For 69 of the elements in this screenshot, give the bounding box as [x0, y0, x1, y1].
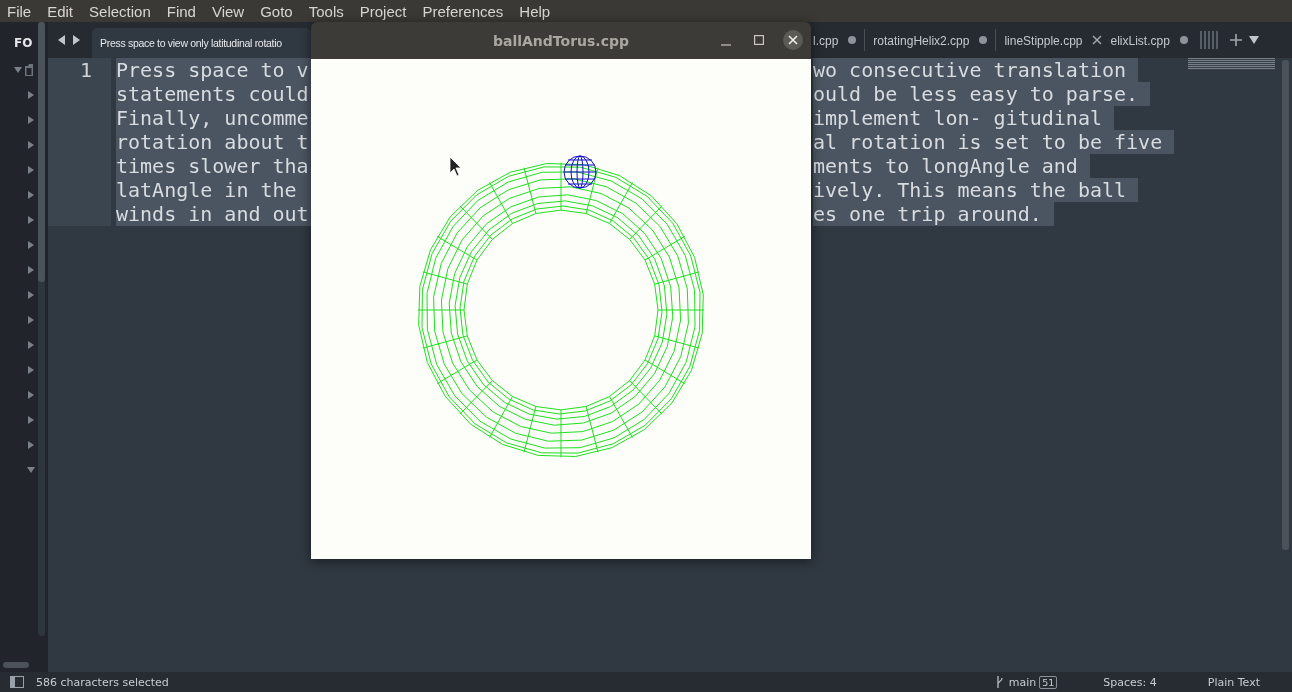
expand-arrow-icon[interactable]	[27, 190, 35, 199]
code-text: Press space to v	[116, 58, 311, 82]
code-text: latAngle in the	[116, 178, 311, 202]
tab[interactable]: rotatingHelix2.cpp	[873, 32, 970, 48]
code-text: es one trip around.	[813, 202, 1054, 226]
window-title: ballAndTorus.cpp	[492, 32, 630, 49]
code-text: ments to longAngle and	[813, 154, 1090, 178]
sidebar-header: FO	[13, 36, 34, 52]
expand-arrow-icon[interactable]	[27, 315, 35, 324]
code-text: implement lon- gitudinal	[813, 106, 1114, 130]
branch-icon	[995, 676, 1004, 688]
menu-item[interactable]: File	[7, 2, 32, 20]
selection-status: 586 characters selected	[36, 675, 169, 689]
new-tab-icon[interactable]	[1229, 34, 1242, 46]
minimap[interactable]	[1188, 58, 1275, 70]
tab-navigation-arrows-icon[interactable]	[58, 35, 80, 45]
code-text: winds in and out	[116, 202, 311, 226]
expand-arrow-icon[interactable]	[27, 215, 35, 224]
close-icon[interactable]	[783, 30, 803, 50]
menu-item[interactable]: Project	[359, 2, 407, 20]
code-text: wo consecutive translation	[813, 58, 1139, 82]
code-text: ould be less easy to parse.	[813, 82, 1151, 106]
menu-item[interactable]: Find	[166, 2, 196, 20]
code-text: times slower tha	[116, 154, 311, 178]
expand-arrow-icon[interactable]	[27, 265, 35, 274]
code-text: rotation about t	[116, 130, 311, 154]
menu-item[interactable]: Goto	[260, 2, 293, 20]
close-icon[interactable]	[1092, 35, 1103, 45]
branch-name[interactable]: main	[1008, 675, 1037, 689]
expand-arrow-icon[interactable]	[27, 390, 35, 399]
code-text: ively. This means the ball	[813, 178, 1139, 202]
maximize-icon[interactable]	[754, 35, 764, 45]
horizontal-scrollbar[interactable]	[3, 662, 29, 668]
tab[interactable]: elixList.cpp	[1110, 32, 1170, 48]
dropdown-icon[interactable]	[1248, 36, 1259, 44]
menu-item[interactable]: View	[211, 2, 245, 20]
code-text: al rotation is set to be five	[813, 130, 1175, 154]
scrollbar[interactable]	[1282, 60, 1289, 550]
expand-arrow-icon[interactable]	[27, 365, 35, 374]
code-text: Finally, uncomme	[116, 106, 311, 130]
expand-arrow-icon[interactable]	[27, 440, 35, 449]
tab[interactable]: Press space to view only latitudinal rotatio	[92, 28, 311, 58]
menu-item[interactable]: Edit	[47, 2, 74, 20]
cursor-icon	[449, 156, 462, 177]
menu-item[interactable]: Preferences	[422, 2, 504, 20]
tab-overflow-icon[interactable]	[1199, 31, 1220, 49]
syntax-status[interactable]: Plain Text	[1207, 675, 1260, 689]
expand-arrow-icon[interactable]	[27, 290, 35, 299]
scrollbar[interactable]	[38, 22, 45, 636]
code-text: statements could	[116, 82, 311, 106]
menu-item[interactable]: Help	[519, 2, 551, 20]
collapse-arrow-icon[interactable]	[27, 465, 35, 474]
expand-arrow-icon[interactable]	[27, 90, 35, 99]
expand-arrow-icon[interactable]	[27, 340, 35, 349]
tab[interactable]: lineStipple.cpp	[1004, 32, 1083, 48]
menu-item[interactable]: Tools	[308, 2, 344, 20]
expand-arrow-icon[interactable]	[27, 165, 35, 174]
indentation-status[interactable]: Spaces: 4	[1103, 675, 1157, 689]
expand-arrow-icon[interactable]	[27, 140, 35, 149]
expand-arrow-icon[interactable]	[27, 415, 35, 424]
expand-arrow-icon[interactable]	[27, 240, 35, 249]
menu-item[interactable]: Selection	[89, 2, 151, 20]
sidebar-toggle-icon[interactable]	[10, 676, 24, 688]
folder-icon	[25, 63, 33, 76]
collapse-arrow-icon[interactable]	[14, 65, 22, 74]
changes-badge: 51	[1039, 675, 1058, 689]
tab[interactable]: l.cpp	[813, 32, 839, 48]
expand-arrow-icon[interactable]	[27, 115, 35, 124]
line-number: 1	[79, 58, 93, 82]
